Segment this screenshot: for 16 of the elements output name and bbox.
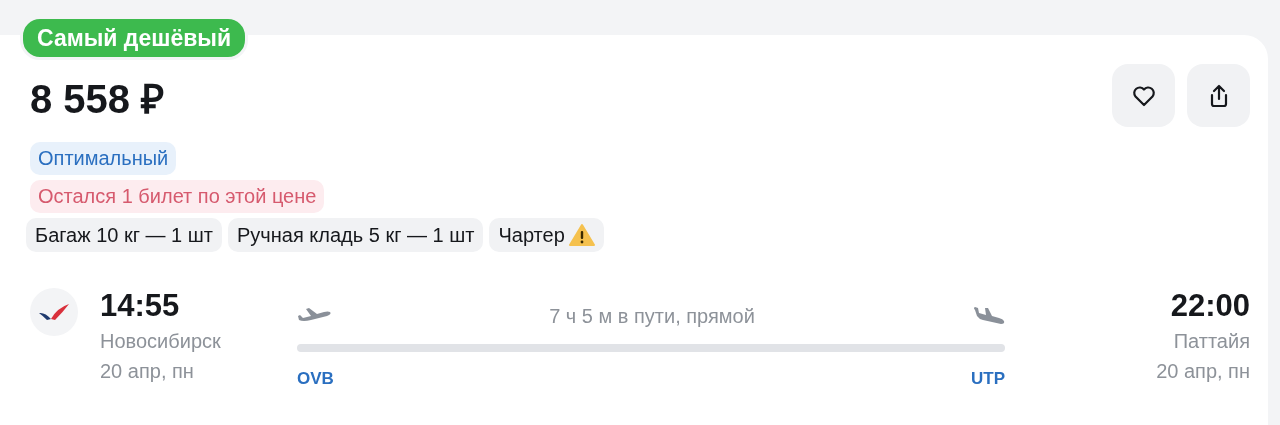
price: 8 558 ₽: [30, 79, 165, 119]
feature-tag: Багаж 10 кг — 1 шт: [26, 218, 222, 252]
feature-tag: Чартер: [489, 218, 604, 252]
airport-code: UTP: [971, 368, 1005, 390]
flight-date: 20 апр, пн: [100, 359, 195, 384]
arrival-time: 22:00: [1169, 288, 1250, 324]
availability-warning: Остался 1 билет по этой цене: [30, 180, 325, 213]
city-name: Паттайя: [1172, 329, 1250, 354]
feature-tag: Ручная кладь 5 кг — 1 шт: [228, 218, 484, 252]
airport-code: OVB: [297, 368, 334, 390]
city-name: Новосибирск: [100, 329, 222, 354]
cheapest-badge: Самый дешёвый: [20, 16, 249, 60]
departure-time: 14:55: [100, 288, 181, 324]
flight-duration: 7 ч 5 м в пути, прямой: [549, 304, 755, 329]
fare-label: Оптимальный: [30, 142, 177, 175]
flight-date: 20 апр, пн: [1155, 359, 1250, 384]
